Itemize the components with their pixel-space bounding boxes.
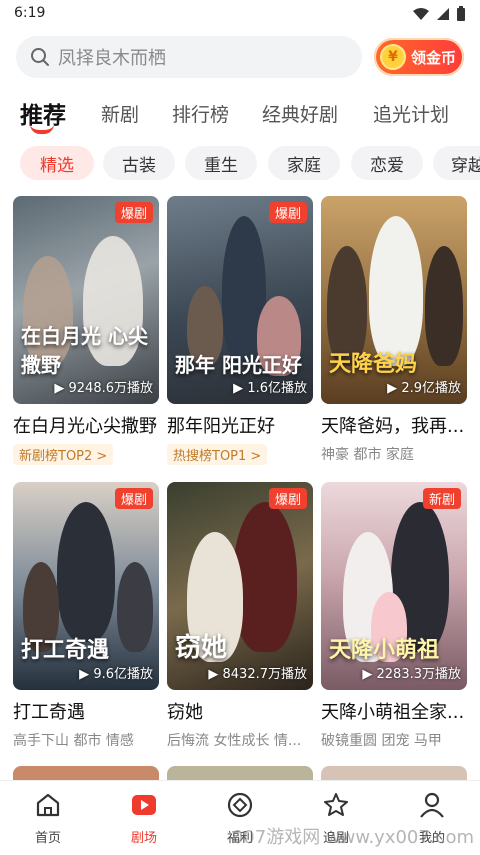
- hot-badge: 爆剧: [268, 488, 307, 509]
- chip-time-travel[interactable]: 穿越: [433, 146, 480, 180]
- search-placeholder: 凤择良木而栖: [58, 48, 166, 69]
- wifi-icon: [413, 8, 429, 20]
- play-count-text: 9248.6万播放: [68, 381, 154, 396]
- chip-costume[interactable]: 古装: [103, 146, 175, 180]
- poster-title-art: 在白月光 心尖撒野: [21, 324, 148, 377]
- search-bar[interactable]: 凤择良木而栖: [16, 36, 362, 78]
- poster-title-art: 窃她: [175, 633, 228, 663]
- drama-poster[interactable]: 爆剧 那年 阳光正好 ▶ 1.6亿播放: [167, 196, 313, 404]
- nav-theater[interactable]: 剧场: [96, 791, 192, 846]
- follow-icon: [324, 793, 348, 816]
- tab-spotlight[interactable]: 追光计划: [373, 100, 449, 127]
- active-tab-indicator: [30, 124, 54, 134]
- hot-badge: 爆剧: [114, 488, 153, 509]
- poster-title-art: 天降小萌祖: [329, 637, 440, 663]
- hot-badge: 爆剧: [268, 202, 307, 223]
- chip-rebirth[interactable]: 重生: [185, 146, 257, 180]
- drama-card[interactable]: 新剧 天降小萌祖 ▶ 2283.3万播放 天降小萌祖全家... 破镜重圆 团宠 …: [321, 482, 467, 750]
- coin-icon: ¥: [380, 44, 406, 70]
- chip-featured[interactable]: 精选: [20, 146, 94, 180]
- drama-card[interactable]: 爆剧 那年 阳光正好 ▶ 1.6亿播放 那年阳光正好 热搜榜TOP1 >: [167, 196, 313, 465]
- drama-poster[interactable]: 爆剧 在白月光 心尖撒野 ▶ 9248.6万播放: [13, 196, 159, 404]
- play-count: ▶ 2.9亿播放: [387, 381, 461, 396]
- poster-title-art: 那年 阳光正好: [175, 353, 302, 377]
- chip-family[interactable]: 家庭: [268, 146, 340, 180]
- status-time: 6:19: [14, 5, 46, 21]
- drama-title[interactable]: 在白月光心尖撒野: [13, 412, 159, 438]
- play-count-text: 8432.7万播放: [222, 667, 308, 682]
- play-count: ▶ 1.6亿播放: [233, 381, 307, 396]
- drama-title[interactable]: 天降爸妈，我再...: [321, 412, 467, 438]
- genre-chips: 精选 古装 重生 家庭 恋爱 穿越: [0, 146, 480, 182]
- rank-badge[interactable]: 新剧榜TOP2 >: [13, 444, 114, 465]
- signal-icon: [437, 8, 449, 20]
- drama-card[interactable]: 爆剧 窃她 ▶ 8432.7万播放 窃她 后悔流 女性成长 情...: [167, 482, 313, 750]
- nav-theater-label: 剧场: [130, 831, 157, 846]
- status-bar: 6:19: [0, 0, 480, 28]
- play-count: ▶ 8432.7万播放: [208, 667, 308, 682]
- drama-tags: 后悔流 女性成长 情...: [167, 733, 302, 749]
- poster-title-art: 打工奇遇: [21, 637, 110, 663]
- drama-card[interactable]: 天降爸妈 ▶ 2.9亿播放 天降爸妈，我再... 神豪 都市 家庭: [321, 196, 467, 464]
- drama-poster[interactable]: 新剧 天降小萌祖 ▶ 2283.3万播放: [321, 482, 467, 690]
- drama-title[interactable]: 窃她: [167, 698, 313, 724]
- drama-poster[interactable]: 爆剧 打工奇遇 ▶ 9.6亿播放: [13, 482, 159, 690]
- get-coins-label: 领金币: [411, 48, 457, 67]
- profile-icon: [420, 792, 444, 818]
- drama-poster[interactable]: 爆剧 窃她 ▶ 8432.7万播放: [167, 482, 313, 690]
- play-count: ▶ 9.6亿播放: [79, 667, 153, 682]
- play-count-text: 1.6亿播放: [247, 381, 307, 396]
- poster-title-art: 天降爸妈: [329, 351, 418, 377]
- nav-home-label: 首页: [34, 831, 61, 846]
- nav-home[interactable]: 首页: [0, 791, 96, 846]
- play-count-text: 2283.3万播放: [376, 667, 462, 682]
- theater-icon: [132, 795, 156, 815]
- tab-classic[interactable]: 经典好剧: [262, 100, 338, 127]
- watermark: 007游戏网 www.yx007.com: [231, 827, 474, 848]
- new-badge: 新剧: [422, 488, 461, 509]
- battery-icon: [457, 6, 465, 21]
- play-count: ▶ 9248.6万播放: [54, 381, 154, 396]
- hot-badge: 爆剧: [114, 202, 153, 223]
- play-count-text: 9.6亿播放: [93, 667, 153, 682]
- tab-new[interactable]: 新剧: [101, 100, 139, 127]
- chip-romance[interactable]: 恋爱: [351, 146, 423, 180]
- drama-card[interactable]: 爆剧 打工奇遇 ▶ 9.6亿播放 打工奇遇 高手下山 都市 情感: [13, 482, 159, 750]
- drama-poster[interactable]: 天降爸妈 ▶ 2.9亿播放: [321, 196, 467, 404]
- benefit-icon: [227, 792, 253, 818]
- drama-card[interactable]: 爆剧 在白月光 心尖撒野 ▶ 9248.6万播放 在白月光心尖撒野 新剧榜TOP…: [13, 196, 159, 465]
- category-tabs: 推荐 新剧 排行榜 经典好剧 追光计划: [0, 96, 480, 140]
- drama-title[interactable]: 打工奇遇: [13, 698, 159, 724]
- home-icon: [36, 793, 60, 817]
- drama-title[interactable]: 天降小萌祖全家...: [321, 698, 467, 724]
- status-icons: [412, 6, 466, 22]
- drama-title[interactable]: 那年阳光正好: [167, 412, 313, 438]
- drama-tags: 神豪 都市 家庭: [321, 447, 414, 463]
- tab-ranking[interactable]: 排行榜: [172, 100, 229, 127]
- play-count: ▶ 2283.3万播放: [362, 667, 462, 682]
- drama-tags: 破镜重圆 团宠 马甲: [321, 733, 442, 749]
- get-coins-button[interactable]: ¥ 领金币: [374, 38, 464, 76]
- search-icon: [31, 48, 49, 66]
- rank-badge[interactable]: 热搜榜TOP1 >: [167, 444, 268, 465]
- drama-tags: 高手下山 都市 情感: [13, 733, 134, 749]
- play-count-text: 2.9亿播放: [401, 381, 461, 396]
